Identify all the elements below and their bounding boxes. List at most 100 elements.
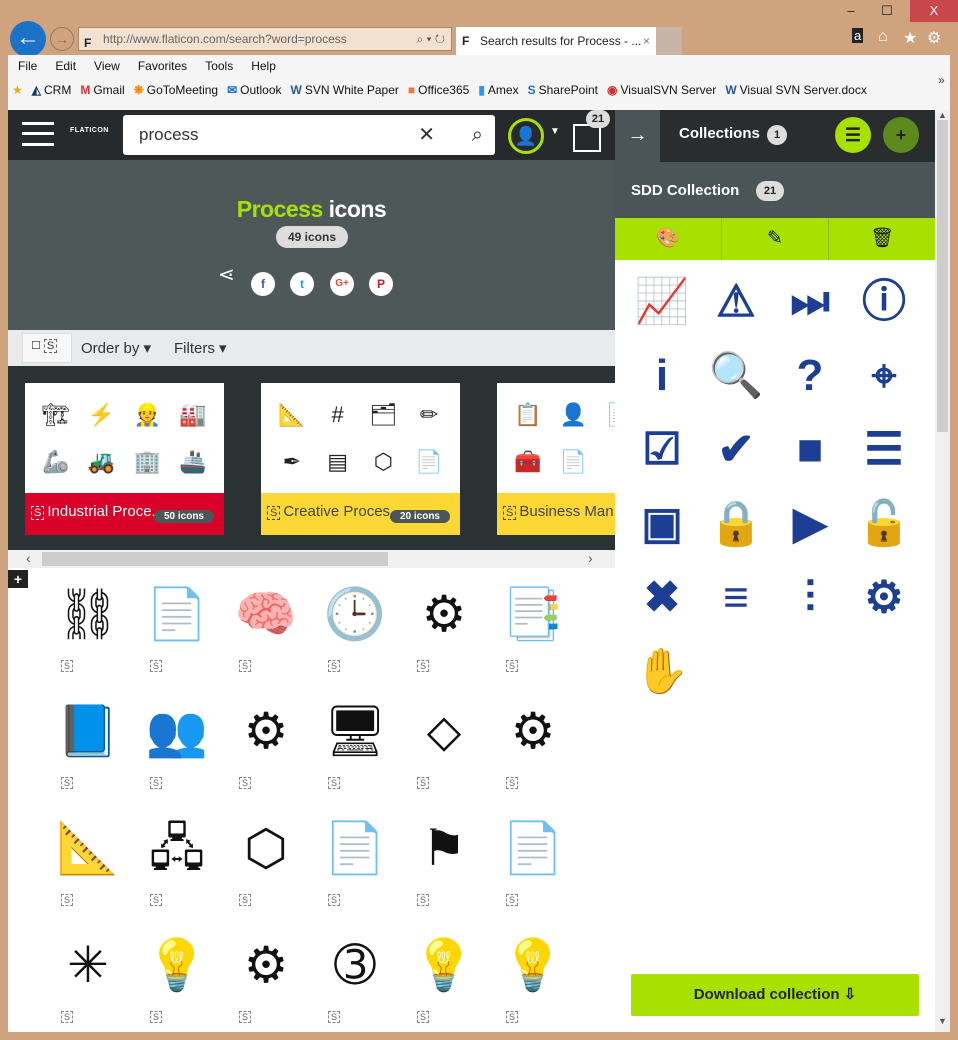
collection-icon[interactable]: ⌖	[847, 346, 921, 420]
result-icon[interactable]: ⬡ S	[221, 816, 311, 931]
collection-icon[interactable]: 🔓	[847, 494, 921, 568]
selection-badge[interactable]: S	[239, 1011, 251, 1023]
fav-visualsvn[interactable]: ◉ VisualSVN Server	[607, 83, 716, 97]
page-scrollbar[interactable]: ▲ ▼	[935, 110, 950, 1032]
result-icon[interactable]: 💡 S	[132, 933, 222, 1032]
collection-icon[interactable]: ☑	[625, 420, 699, 494]
add-favorite-icon[interactable]: ★	[12, 83, 23, 97]
fav-amex[interactable]: ▮ Amex	[478, 83, 518, 97]
collections-grid-icon[interactable]	[573, 124, 601, 152]
collection-icon[interactable]: ✋	[625, 642, 699, 716]
selection-badge[interactable]: S	[417, 777, 429, 789]
user-avatar-icon[interactable]: 👤	[508, 118, 544, 154]
selection-checkbox[interactable]: ☐ S	[22, 333, 72, 363]
menu-file[interactable]: File	[18, 59, 37, 73]
filters-dropdown[interactable]: Filters ▾	[174, 339, 227, 357]
result-icon[interactable]: 📄 S	[310, 816, 400, 931]
collection-icon[interactable]: i	[625, 346, 699, 420]
home-icon[interactable]: ⌂	[878, 28, 888, 46]
collection-icon[interactable]: ☰	[847, 420, 921, 494]
search-refresh-icon[interactable]: ⌕ ▾ ↻	[416, 28, 445, 50]
selection-badge[interactable]: S	[150, 894, 162, 906]
result-icon[interactable]: ⚙ S	[221, 933, 311, 1032]
selection-badge[interactable]: S	[417, 1011, 429, 1023]
close-button[interactable]: X	[910, 0, 958, 22]
selection-badge[interactable]: S	[417, 660, 429, 672]
result-icon[interactable]: 💡 S	[399, 933, 489, 1032]
order-by-dropdown[interactable]: Order by ▾	[81, 339, 151, 357]
selection-badge[interactable]: S	[506, 777, 518, 789]
back-button[interactable]: ←	[10, 21, 46, 57]
address-bar[interactable]: Fhttp://www.flaticon.com/search?word=pro…	[78, 27, 452, 51]
icon-pack-card[interactable]: 🏗 ⚡ 👷 🏭 🦾 🚜 🏢 🚢 S Industrial Proce... 50 icons	[25, 383, 224, 535]
menu-help[interactable]: Help	[251, 59, 276, 73]
search-input[interactable]: process ✕ ⌕	[123, 115, 495, 155]
collection-icon[interactable]: ⓘ	[847, 272, 921, 346]
result-icon[interactable]: ⚑ S	[399, 816, 489, 931]
collection-icon[interactable]: 🔒	[699, 494, 773, 568]
selection-badge[interactable]: S	[239, 660, 251, 672]
fav-sharepoint[interactable]: S SharePoint	[528, 83, 598, 97]
page-scroll-thumb[interactable]	[937, 120, 948, 432]
minimize-button[interactable]: ‒	[836, 0, 866, 22]
result-icon[interactable]: 🕒 S	[310, 582, 400, 697]
collection-bar[interactable]: SDD Collection 21	[615, 162, 935, 218]
fav-crm[interactable]: ◭ CRM	[32, 83, 72, 97]
selection-badge[interactable]: S	[239, 894, 251, 906]
collection-icon[interactable]: ✖	[625, 568, 699, 642]
fav-outlook[interactable]: ✉ Outlook	[227, 83, 281, 97]
result-icon[interactable]: 🖧 S	[132, 816, 222, 931]
selection-badge[interactable]: S	[150, 777, 162, 789]
add-collection-button[interactable]: +	[883, 117, 919, 153]
google-plus-icon[interactable]: G+	[330, 272, 354, 296]
fav-gmail[interactable]: M Gmail	[80, 83, 124, 97]
selection-badge[interactable]: S	[417, 894, 429, 906]
pinterest-icon[interactable]: P	[369, 272, 393, 296]
hamburger-menu-icon[interactable]	[22, 122, 54, 146]
collection-icon[interactable]: ✔	[699, 420, 773, 494]
result-icon[interactable]: ⚙ S	[221, 699, 311, 814]
flaticon-logo[interactable]: FLATICON	[70, 127, 109, 134]
search-icon[interactable]: ⌕	[472, 115, 483, 155]
selection-badge[interactable]: S	[328, 894, 340, 906]
twitter-icon[interactable]: t	[290, 272, 314, 296]
icon-pack-card[interactable]: 📐 # 🗂 ✏ ✒ ▤ ⬡ 📄 S Creative Proces... 20 icons	[261, 383, 460, 535]
gear-icon[interactable]: ⚙	[927, 28, 941, 48]
facebook-icon[interactable]: f	[251, 272, 275, 296]
collection-icon[interactable]: ⚙	[847, 568, 921, 642]
collection-icon[interactable]: ■	[773, 420, 847, 494]
download-collection-button[interactable]: Download collection ⇩	[631, 974, 919, 1016]
amazon-icon[interactable]: a	[852, 28, 864, 43]
fav-visual-svn-docx[interactable]: W Visual SVN Server.docx	[725, 83, 867, 97]
star-icon[interactable]: ★	[903, 28, 917, 48]
fav-office365[interactable]: ■ Office365	[408, 83, 469, 97]
browser-tab[interactable]: F Search results for Process - ... ×	[456, 27, 656, 55]
selection-badge[interactable]: S	[328, 660, 340, 672]
selection-badge[interactable]: S	[61, 777, 73, 789]
result-icon[interactable]: 📐 S	[43, 816, 133, 931]
result-icon[interactable]: 🧠 S	[221, 582, 311, 697]
collection-icon[interactable]: 🔍	[699, 346, 773, 420]
result-icon[interactable]: ⚙ S	[399, 582, 489, 697]
result-icon[interactable]: 💡 S	[488, 933, 578, 1032]
result-icon[interactable]: 👥 S	[132, 699, 222, 814]
selection-badge[interactable]: S	[506, 1011, 518, 1023]
selection-badge[interactable]: S	[150, 660, 162, 672]
scroll-right-icon[interactable]: ›	[588, 550, 593, 566]
result-icon[interactable]: ✳ S	[43, 933, 133, 1032]
collection-icon[interactable]: ▣	[625, 494, 699, 568]
trash-icon[interactable]: 🗑	[829, 218, 935, 260]
collection-icon[interactable]: ?	[773, 346, 847, 420]
share-icon[interactable]: ⋖	[218, 262, 235, 287]
selection-badge[interactable]: S	[61, 660, 73, 672]
add-icon[interactable]: +	[8, 570, 28, 588]
menu-favorites[interactable]: Favorites	[138, 59, 187, 73]
selection-badge[interactable]: S	[150, 1011, 162, 1023]
result-icon[interactable]: ⛓ S	[43, 582, 133, 697]
fav-svn-white-paper[interactable]: W SVN White Paper	[291, 83, 399, 97]
selection-badge[interactable]: S	[328, 777, 340, 789]
selection-badge[interactable]: S	[506, 660, 518, 672]
selection-badge[interactable]: S	[61, 1011, 73, 1023]
collection-icon[interactable]: ⫶	[773, 568, 847, 642]
scroll-left-icon[interactable]: ‹	[26, 550, 31, 566]
